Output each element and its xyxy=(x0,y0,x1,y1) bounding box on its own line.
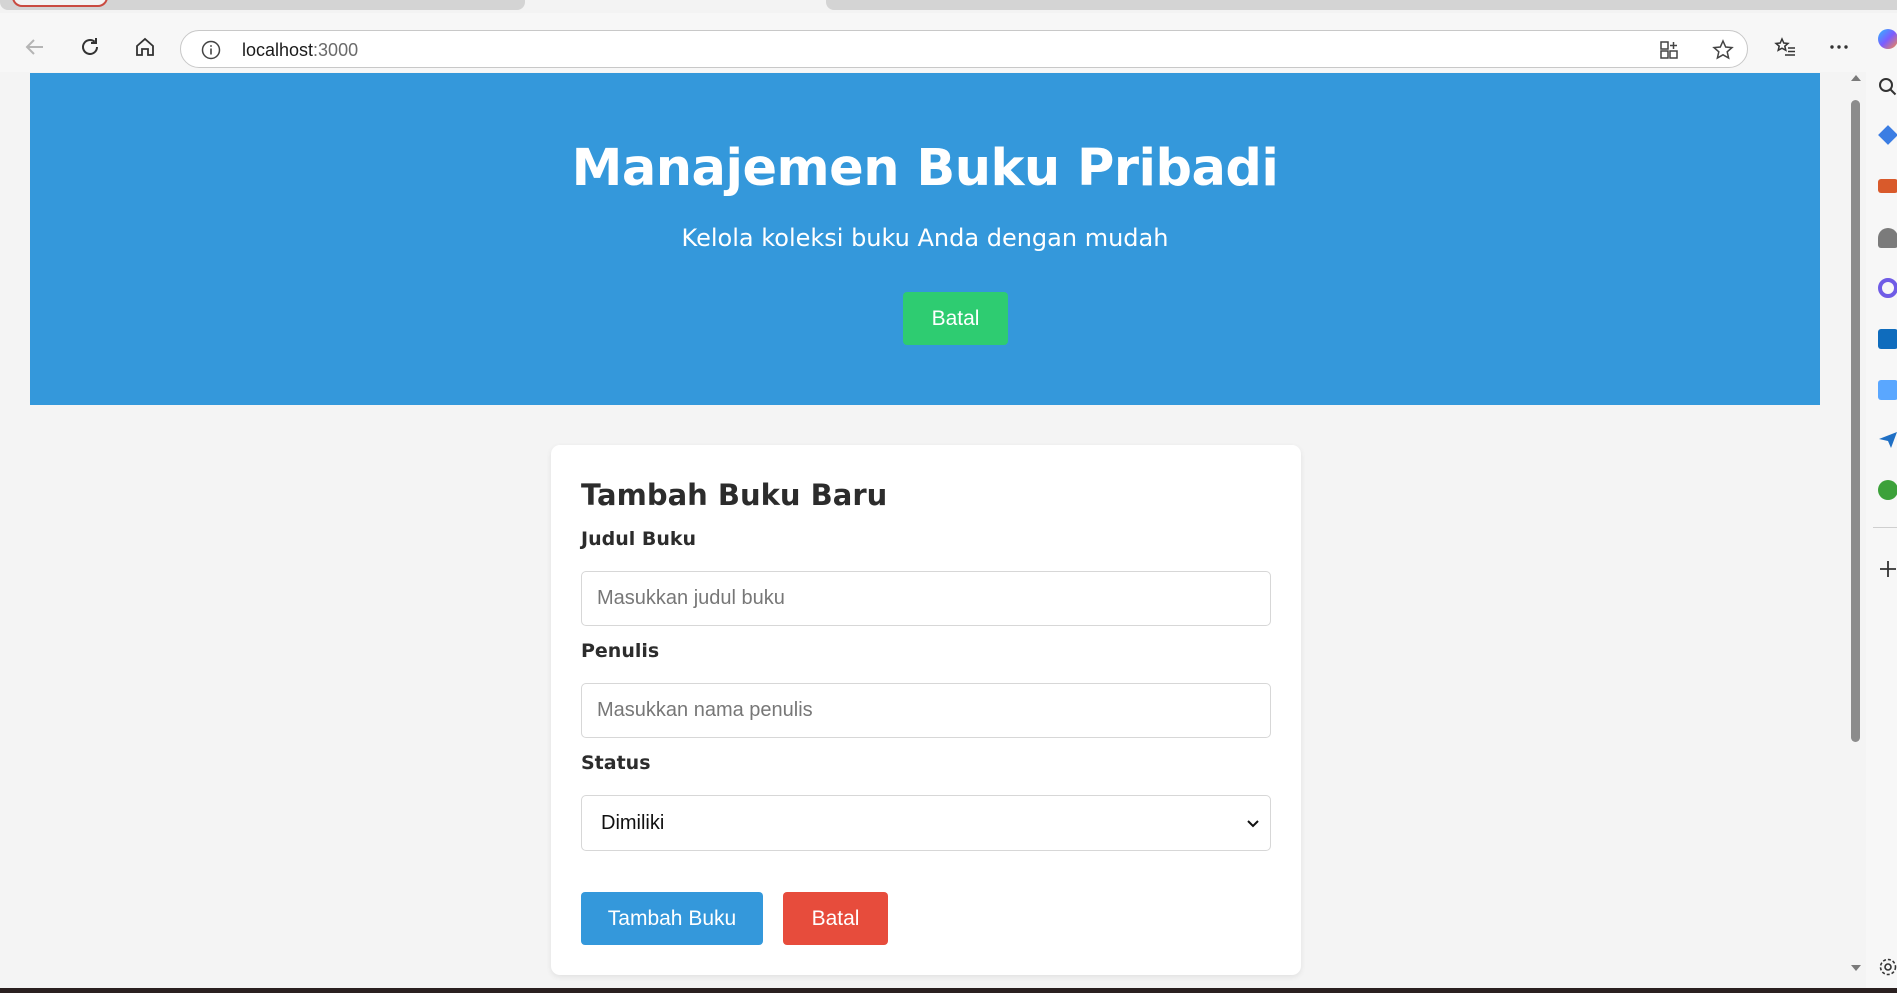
designer-icon[interactable] xyxy=(1878,380,1897,400)
tab-inactive-right[interactable] xyxy=(826,0,1897,10)
tag-icon[interactable] xyxy=(1878,125,1897,145)
search-icon[interactable] xyxy=(1878,77,1897,97)
people-icon[interactable] xyxy=(1878,228,1897,248)
author-input[interactable] xyxy=(581,683,1271,738)
add-icon[interactable] xyxy=(1878,559,1897,579)
info-icon[interactable] xyxy=(201,40,221,60)
scroll-up-icon[interactable] xyxy=(1850,72,1862,84)
page-header: Manajemen Buku Pribadi Kelola koleksi bu… xyxy=(30,73,1820,405)
more-dots-icon xyxy=(1830,45,1848,49)
browser-sidebar xyxy=(1866,13,1897,993)
favorites-button[interactable] xyxy=(1765,27,1805,67)
send-icon[interactable] xyxy=(1878,430,1897,450)
settings-gear-icon[interactable] xyxy=(1878,957,1897,977)
browser-toolbar: localhost:3000 xyxy=(0,13,1897,72)
sidebar-divider xyxy=(1873,527,1897,528)
home-icon xyxy=(136,37,154,56)
tree-icon[interactable] xyxy=(1878,480,1897,500)
more-options-button[interactable] xyxy=(1819,27,1859,67)
back-arrow-icon xyxy=(25,39,43,55)
status-select[interactable]: Dimiliki xyxy=(581,795,1271,851)
title-label: Judul Buku xyxy=(581,528,697,550)
toolbox-icon[interactable] xyxy=(1878,179,1897,193)
reload-button[interactable] xyxy=(70,27,110,67)
author-label: Penulis xyxy=(581,640,660,662)
url-host: localhost xyxy=(242,40,314,60)
cancel-button[interactable]: Batal xyxy=(783,892,888,945)
favorite-star-icon[interactable] xyxy=(1712,39,1734,61)
page-viewport: Manajemen Buku Pribadi Kelola koleksi bu… xyxy=(0,72,1846,993)
address-bar[interactable]: localhost:3000 xyxy=(180,30,1748,68)
status-select-value: Dimiliki xyxy=(601,812,665,834)
status-label: Status xyxy=(581,752,651,774)
tab-group-pill[interactable] xyxy=(12,0,108,7)
tab-strip xyxy=(0,0,1897,13)
copilot-icon[interactable] xyxy=(1878,29,1897,49)
form-heading: Tambah Buku Baru xyxy=(581,478,888,512)
tab-inactive[interactable] xyxy=(0,0,525,10)
taskbar-edge xyxy=(0,988,1897,993)
scroll-down-icon[interactable] xyxy=(1850,962,1862,974)
office-icon[interactable] xyxy=(1878,278,1897,298)
app-available-icon[interactable] xyxy=(1658,39,1680,61)
back-button[interactable] xyxy=(15,27,55,67)
url-port: :3000 xyxy=(313,40,359,60)
favorites-list-icon xyxy=(1774,37,1795,56)
page-title: Manajemen Buku Pribadi xyxy=(571,139,1279,198)
chevron-down-icon xyxy=(1247,820,1259,828)
home-button[interactable] xyxy=(125,27,165,67)
address-url[interactable]: localhost:3000 xyxy=(242,40,358,61)
scrollbar-thumb[interactable] xyxy=(1851,100,1860,742)
page-scrollbar[interactable] xyxy=(1846,72,1866,993)
reload-icon xyxy=(82,38,98,55)
outlook-icon[interactable] xyxy=(1878,329,1897,349)
toggle-form-button[interactable]: Batal xyxy=(903,292,1008,345)
add-book-button[interactable]: Tambah Buku xyxy=(581,892,763,945)
title-input[interactable] xyxy=(581,571,1271,626)
page-subtitle: Kelola koleksi buku Anda dengan mudah xyxy=(681,224,1169,252)
